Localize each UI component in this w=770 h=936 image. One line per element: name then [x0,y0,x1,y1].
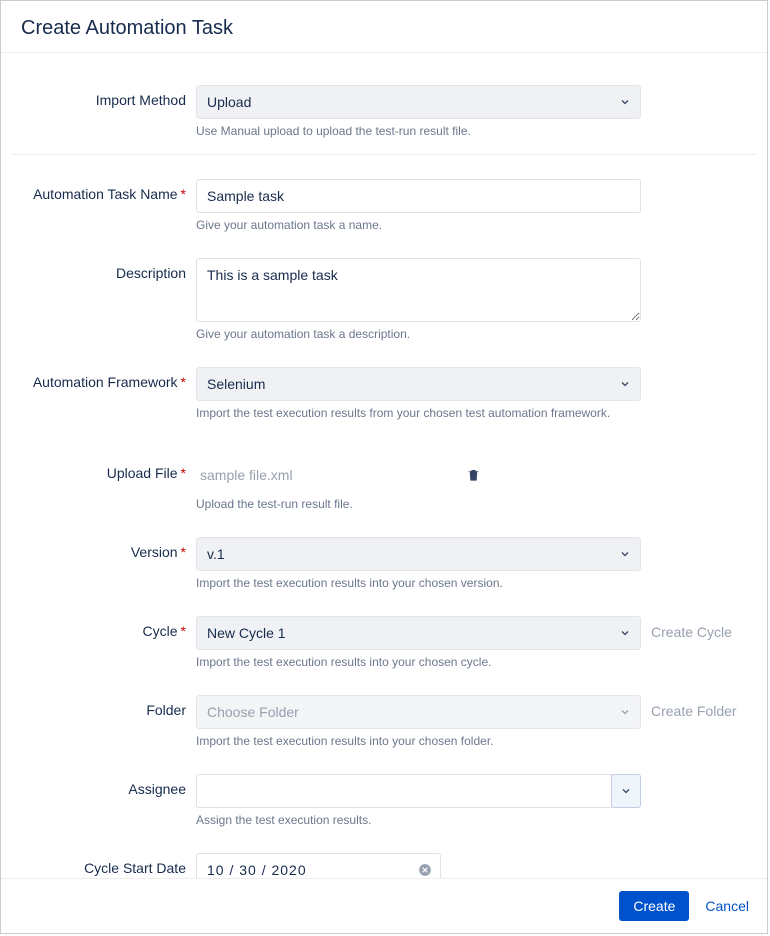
task-name-input[interactable] [196,179,641,213]
required-marker: * [181,544,186,560]
cycle-select[interactable]: New Cycle 1 [196,616,641,650]
help-cycle: Import the test execution results into y… [196,655,641,669]
cycle-value: New Cycle 1 [207,625,286,641]
chevron-down-icon [618,547,632,561]
label-upload-file: Upload File* [21,458,196,481]
help-framework: Import the test execution results from y… [196,406,641,420]
create-cycle-link[interactable]: Create Cycle [641,616,732,640]
chevron-down-icon [619,784,633,798]
help-version: Import the test execution results into y… [196,576,641,590]
dialog-title: Create Automation Task [21,17,747,40]
description-textarea[interactable] [196,258,641,322]
import-method-select[interactable]: Upload [196,85,641,119]
label-cycle-start: Cycle Start Date [21,853,196,876]
dialog-body: Import Method Upload Use Manual upload t… [1,53,767,878]
row-cycle-start: Cycle Start Date The start date of the t… [1,849,767,878]
clear-start-date-button[interactable] [417,862,433,878]
chevron-down-icon [618,705,632,719]
import-method-value: Upload [207,94,251,110]
row-task-name: Automation Task Name* Give your automati… [1,175,767,234]
cycle-start-date-input[interactable] [196,853,441,878]
row-assignee: Assignee Assign the test execution resul… [1,770,767,829]
label-import-method: Import Method [21,85,196,108]
section-divider [11,154,757,155]
label-assignee: Assignee [21,774,196,797]
create-button[interactable]: Create [619,891,689,921]
required-marker: * [181,623,186,639]
row-description: Description Give your automation task a … [1,254,767,343]
row-framework: Automation Framework* Selenium Import th… [1,363,767,422]
help-assignee: Assign the test execution results. [196,813,641,827]
folder-placeholder: Choose Folder [207,704,299,720]
row-import-method: Import Method Upload Use Manual upload t… [1,81,767,140]
create-folder-link[interactable]: Create Folder [641,695,737,719]
row-cycle: Cycle* New Cycle 1 Import the test execu… [1,612,767,671]
framework-value: Selenium [207,376,265,392]
label-framework: Automation Framework* [21,367,196,390]
required-marker: * [181,186,186,202]
help-folder: Import the test execution results into y… [196,734,641,748]
label-description: Description [21,258,196,281]
assignee-dropdown-button[interactable] [611,774,641,808]
framework-select[interactable]: Selenium [196,367,641,401]
required-marker: * [181,374,186,390]
row-version: Version* v.1 Import the test execution r… [1,533,767,592]
row-upload-file: Upload File* sample file.xml Upload the … [1,454,767,513]
label-task-name: Automation Task Name* [21,179,196,202]
dialog-header: Create Automation Task [1,1,767,53]
label-folder: Folder [21,695,196,718]
help-task-name: Give your automation task a name. [196,218,641,232]
help-upload-file: Upload the test-run result file. [196,497,641,511]
chevron-down-icon [618,626,632,640]
uploaded-filename: sample file.xml [196,467,456,483]
version-value: v.1 [207,546,225,562]
chevron-down-icon [618,377,632,391]
label-version: Version* [21,537,196,560]
required-marker: * [181,465,186,481]
help-import-method: Use Manual upload to upload the test-run… [196,124,641,138]
create-automation-task-dialog: Create Automation Task Import Method Upl… [0,0,768,934]
clear-icon [418,863,432,877]
version-select[interactable]: v.1 [196,537,641,571]
chevron-down-icon [618,95,632,109]
label-cycle: Cycle* [21,616,196,639]
help-description: Give your automation task a description. [196,327,641,341]
cancel-button[interactable]: Cancel [703,891,751,921]
delete-file-button[interactable] [460,463,487,487]
dialog-footer: Create Cancel [1,878,767,933]
trash-icon [466,467,481,483]
row-folder: Folder Choose Folder Import the test exe… [1,691,767,750]
folder-select[interactable]: Choose Folder [196,695,641,729]
assignee-input[interactable] [196,774,612,808]
